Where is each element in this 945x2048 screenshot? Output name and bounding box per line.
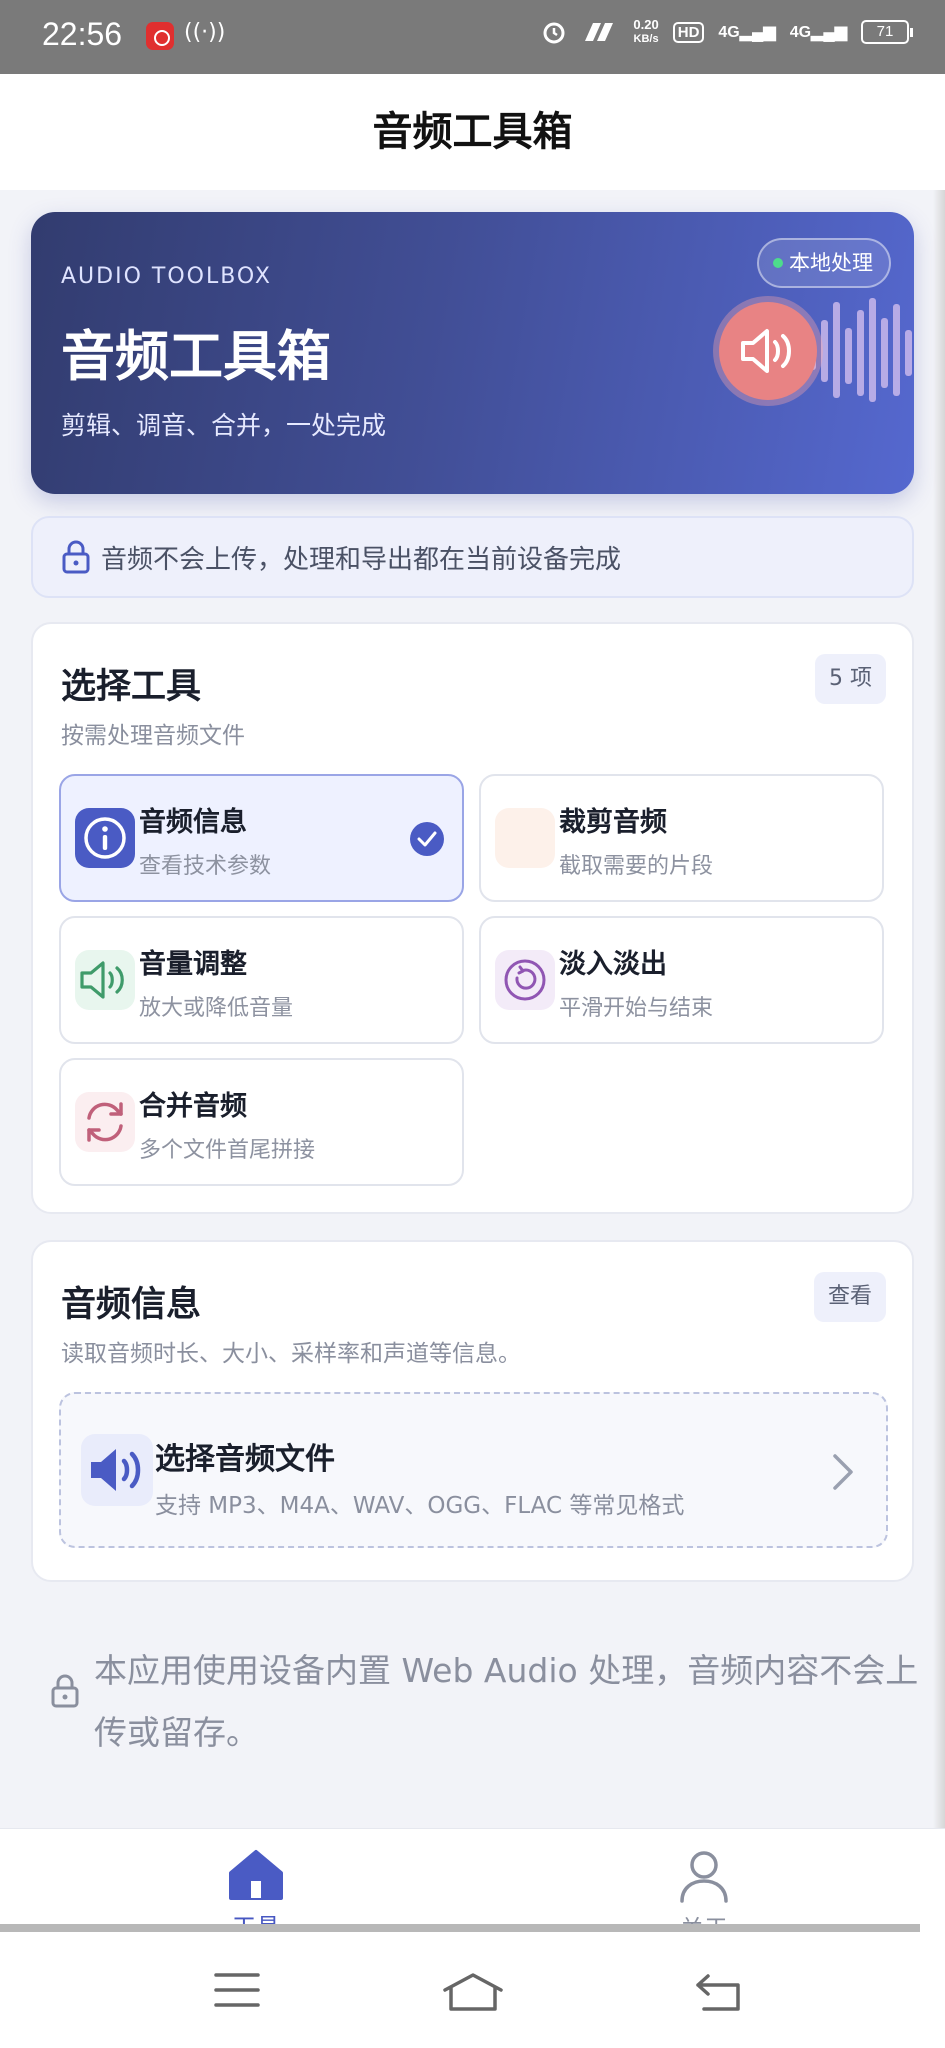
- status-indicators: 0.20 KB/s HD 4G▂▄▆ 4G▂▄▆ 71: [541, 17, 913, 46]
- audio-info-card: 音频信息 查看 读取音频时长、大小、采样率和声道等信息。 选择音频文件 支持 M…: [31, 1240, 914, 1582]
- home-button-icon[interactable]: [442, 1972, 504, 2012]
- volume-icon: [75, 950, 135, 1010]
- status-bar: 22:56 ((·)) 0.20 KB/s HD 4G▂▄▆ 4G▂▄▆ 71: [0, 0, 945, 74]
- info-card-title: 音频信息: [61, 1285, 202, 1325]
- tool-trim-audio[interactable]: 裁剪音频 截取需要的片段: [479, 774, 884, 902]
- lock-icon: [62, 540, 90, 574]
- alarm-icon: [543, 22, 565, 44]
- picker-title: 选择音频文件: [155, 1442, 335, 1477]
- status-dot-icon: [773, 258, 783, 268]
- signal-sim2-icon: 4G▂▄▆: [789, 24, 847, 41]
- tool-desc: 截取需要的片段: [559, 854, 714, 879]
- select-audio-file-button[interactable]: 选择音频文件 支持 MP3、M4A、WAV、OGG、FLAC 等常见格式: [59, 1392, 888, 1548]
- bottom-nav: 工具 关于: [0, 1828, 945, 1943]
- tools-card-subtitle: 按需处理音频文件: [61, 723, 245, 749]
- tool-desc: 放大或降低音量: [139, 996, 294, 1021]
- info-icon: [75, 808, 135, 868]
- tool-volume-adjust[interactable]: 音量调整 放大或降低音量: [59, 916, 464, 1044]
- local-processing-badge: 本地处理: [757, 238, 891, 288]
- speaker-icon: [719, 302, 817, 400]
- tool-desc: 查看技术参数: [139, 854, 272, 879]
- tool-name: 裁剪音频: [559, 807, 667, 838]
- lock-icon: [51, 1674, 79, 1708]
- merge-icon: [75, 1092, 135, 1152]
- netease-music-icon: [146, 22, 174, 50]
- footer-note-text: 本应用使用设备内置 Web Audio 处理，音频内容不会上传或留存。: [94, 1651, 919, 1752]
- system-navigation-bar: [0, 1932, 945, 2048]
- status-time: 22:56: [42, 16, 123, 52]
- tool-name: 音频信息: [139, 807, 247, 838]
- signal-sim1-icon: 4G▂▄▆: [718, 24, 776, 41]
- tool-desc: 平滑开始与结束: [559, 996, 714, 1021]
- badge-label: 本地处理: [789, 251, 873, 275]
- tools-card-title: 选择工具: [61, 667, 202, 707]
- info-card-subtitle: 读取音频时长、大小、采样率和声道等信息。: [61, 1341, 521, 1367]
- battery-icon: 71: [861, 20, 913, 44]
- scroll-edge: [933, 74, 945, 1834]
- tool-merge-audio[interactable]: 合并音频 多个文件首尾拼接: [59, 1058, 464, 1186]
- check-icon: [410, 822, 444, 856]
- speaker-icon: [81, 1434, 153, 1506]
- view-button[interactable]: 查看: [813, 1272, 886, 1322]
- hotspot-icon: ((·)): [184, 20, 226, 45]
- hero-banner: AUDIO TOOLBOX 音频工具箱 剪辑、调音、合并，一处完成 本地处理: [31, 212, 914, 494]
- tool-fade[interactable]: 淡入淡出 平滑开始与结束: [479, 916, 884, 1044]
- net-rate: 0.20 KB/s: [633, 17, 659, 46]
- menu-icon[interactable]: [214, 1972, 260, 2008]
- hero-title: 音频工具箱: [61, 325, 331, 388]
- tool-name: 合并音频: [139, 1091, 247, 1122]
- back-icon[interactable]: [694, 1972, 744, 2012]
- home-icon: [229, 1850, 283, 1900]
- privacy-note: 音频不会上传，处理和导出都在当前设备完成: [31, 516, 914, 598]
- waveform-icon: [809, 298, 912, 402]
- privacy-note-text: 音频不会上传，处理和导出都在当前设备完成: [101, 544, 622, 575]
- tool-audio-info[interactable]: 音频信息 查看技术参数: [59, 774, 464, 902]
- hero-kicker: AUDIO TOOLBOX: [61, 264, 272, 289]
- footer-note: 本应用使用设备内置 Web Audio 处理，音频内容不会上传或留存。: [50, 1640, 920, 1764]
- chevron-right-icon: [833, 1454, 853, 1490]
- hero-subtitle: 剪辑、调音、合并，一处完成: [61, 411, 387, 440]
- app-bar: 音频工具箱: [0, 74, 945, 190]
- scissors-icon: [495, 808, 555, 868]
- horizontal-scrollbar: [0, 1924, 920, 1932]
- picker-formats: 支持 MP3、M4A、WAV、OGG、FLAC 等常见格式: [155, 1493, 685, 1519]
- tool-desc: 多个文件首尾拼接: [139, 1138, 316, 1163]
- tools-card: 选择工具 5 项 按需处理音频文件 音频信息 查看技术参数 裁剪音频 截取需要的…: [31, 622, 914, 1214]
- tool-name: 音量调整: [139, 949, 247, 980]
- page-title: 音频工具箱: [372, 109, 573, 155]
- fade-icon: [495, 950, 555, 1010]
- tools-count-badge: 5 项: [815, 654, 886, 704]
- person-icon: [680, 1851, 728, 1903]
- tool-name: 淡入淡出: [559, 949, 667, 980]
- hd-voice-icon: HD: [672, 21, 705, 43]
- nfc-icon: [585, 23, 614, 41]
